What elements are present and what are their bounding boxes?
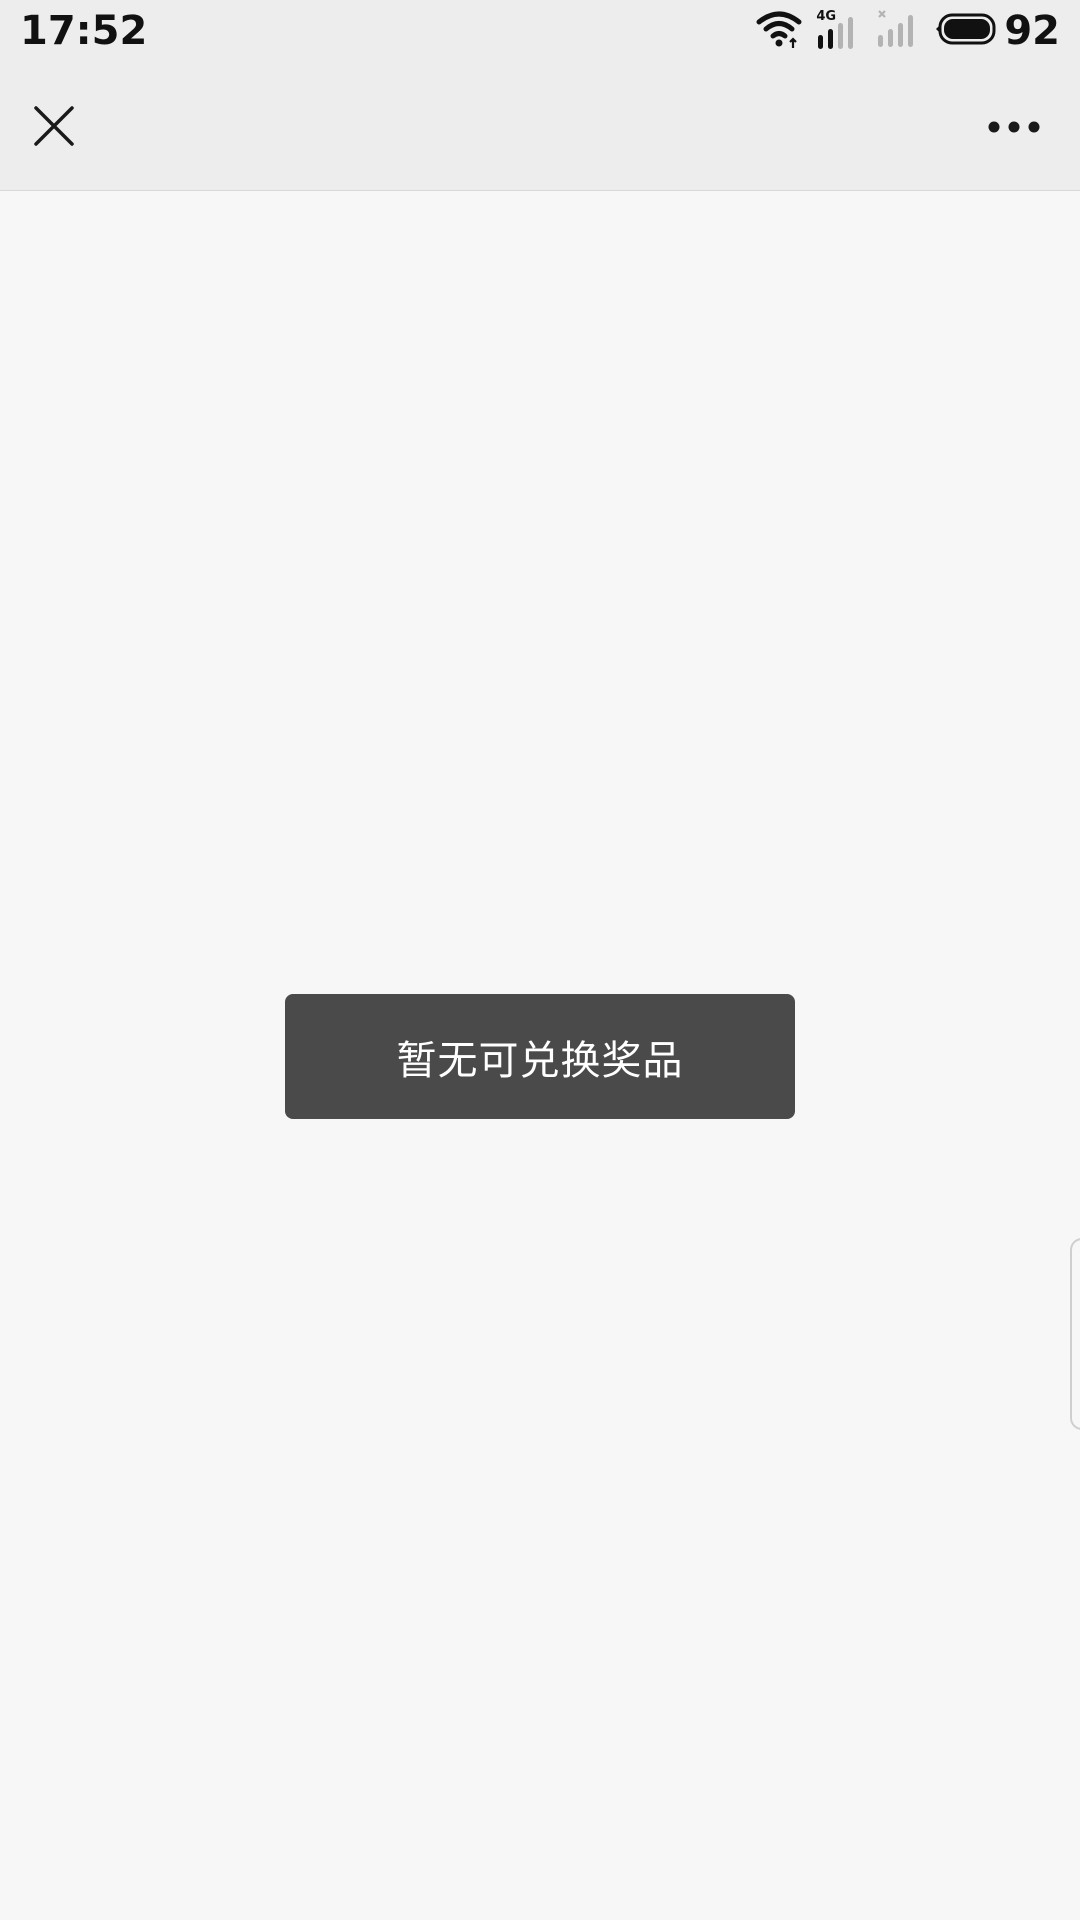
- close-icon: [32, 104, 76, 152]
- wifi-icon: [756, 9, 802, 53]
- more-horizontal-icon: [987, 119, 1041, 138]
- battery-level: 92: [1004, 8, 1060, 54]
- status-icons: 4G 92: [742, 8, 1060, 54]
- status-bar: 17:52 4G 92: [0, 0, 1080, 62]
- battery-icon: [936, 12, 996, 50]
- status-time: 17:52: [20, 8, 148, 54]
- nav-bar: [0, 62, 1080, 191]
- toast-text: 暂无可兑换奖品: [396, 1037, 684, 1084]
- cellular-no-signal-icon: [876, 9, 922, 53]
- floating-edge-handle[interactable]: [1070, 1238, 1080, 1430]
- toast-message: 暂无可兑换奖品: [285, 994, 795, 1119]
- close-button[interactable]: [22, 96, 86, 160]
- more-button[interactable]: [974, 96, 1054, 160]
- cellular-signal-4g-icon: 4G: [816, 9, 862, 51]
